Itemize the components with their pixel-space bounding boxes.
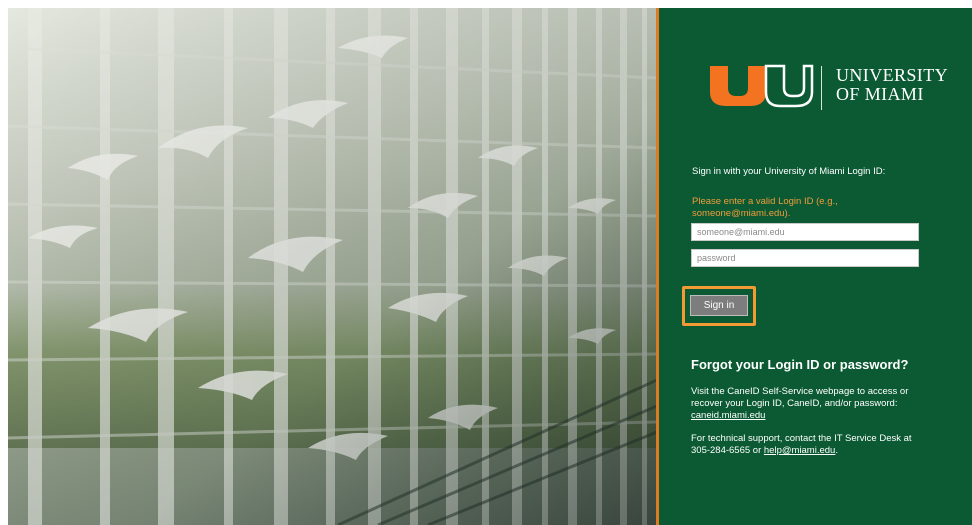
signin-button[interactable]: Sign in — [690, 295, 748, 316]
self-service-text: Visit the CaneID Self-Service webpage to… — [691, 386, 909, 409]
support-text-end: . — [835, 445, 838, 456]
signin-prompt: Sign in with your University of Miami Lo… — [692, 166, 886, 177]
logo-line-2: OF MIAMI — [836, 84, 924, 104]
logo-line-1: UNIVERSITY — [836, 65, 948, 85]
login-page: UNIVERSITY OF MIAMI Sign in with your Un… — [0, 0, 972, 525]
login-panel: UNIVERSITY OF MIAMI Sign in with your Un… — [659, 8, 972, 525]
self-service-info: Visit the CaneID Self-Service webpage to… — [691, 386, 931, 422]
error-message: Please enter a valid Login ID (e.g., som… — [692, 196, 838, 219]
university-logo: UNIVERSITY OF MIAMI — [708, 60, 948, 110]
password-input[interactable] — [691, 249, 919, 267]
login-id-input[interactable] — [691, 223, 919, 241]
caneid-link[interactable]: caneid.miami.edu — [691, 410, 765, 421]
logo-separator — [821, 66, 822, 110]
u-logo-icon — [710, 64, 814, 108]
hero-image — [8, 8, 657, 525]
university-name: UNIVERSITY OF MIAMI — [836, 66, 948, 104]
forgot-heading: Forgot your Login ID or password? — [691, 357, 909, 372]
support-info: For technical support, contact the IT Se… — [691, 433, 931, 457]
atrium-illustration — [8, 8, 657, 525]
help-email-link[interactable]: help@miami.edu — [764, 445, 835, 456]
